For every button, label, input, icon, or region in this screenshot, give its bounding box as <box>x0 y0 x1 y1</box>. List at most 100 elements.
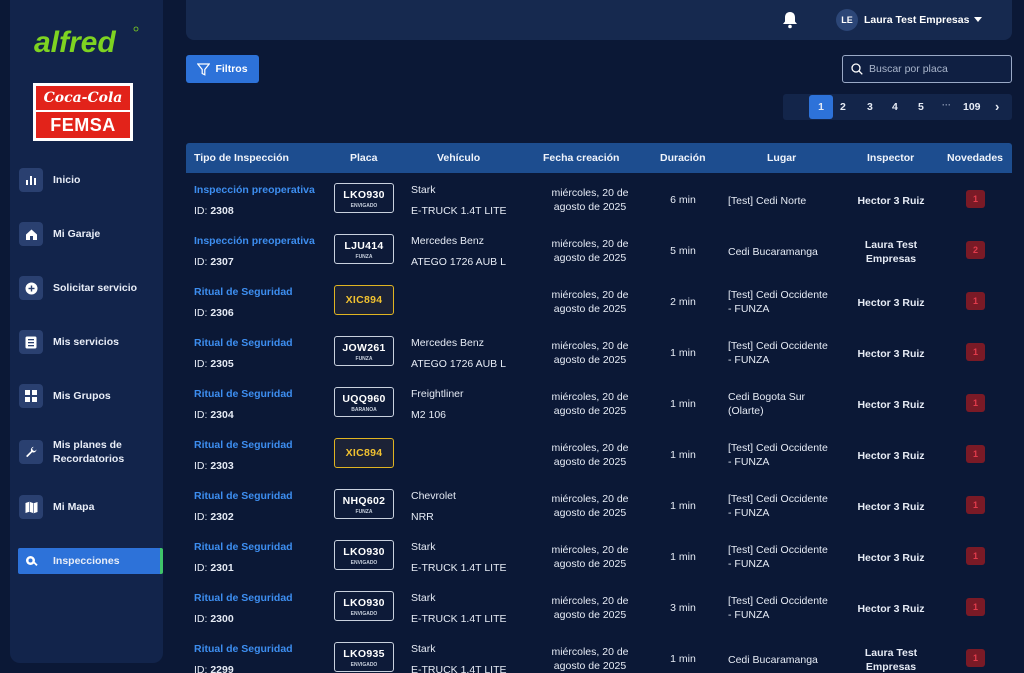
sidebar-item-inicio[interactable]: Inicio <box>18 166 163 194</box>
novedades-badge[interactable]: 1 <box>966 343 985 361</box>
top-bar: LE Laura Test Empresas <box>186 0 1012 40</box>
novedades-badge[interactable]: 1 <box>966 292 985 310</box>
home-icon <box>19 222 43 246</box>
inspection-type-link[interactable]: Ritual de Seguridad <box>194 541 293 553</box>
novedades-badge[interactable]: 2 <box>966 241 985 259</box>
novedades-badge[interactable]: 1 <box>966 496 985 514</box>
page-5-button[interactable]: 5 <box>918 101 924 113</box>
inspector-name: Hector 3 Ruiz <box>857 195 925 207</box>
sidebar: alfred Coca-Cola FEMSA Inicio Mi Garaje … <box>10 0 163 663</box>
column-header[interactable]: Lugar <box>767 152 796 164</box>
inspector-name: Laura Test Empresas <box>864 647 918 673</box>
inspection-id: ID: 2307 <box>194 256 234 268</box>
list-icon <box>19 330 43 354</box>
sidebar-item-solicitar-servicio[interactable]: Solicitar servicio <box>18 274 163 302</box>
inspection-type-link[interactable]: Ritual de Seguridad <box>194 439 293 451</box>
table-row[interactable]: Ritual de Seguridad ID: 2302 NHQ602 FUNZA… <box>186 480 1012 531</box>
inspection-type-link[interactable]: Ritual de Seguridad <box>194 490 293 502</box>
vehicle-model: ATEGO 1726 AUB L <box>411 358 506 370</box>
inspection-type-link[interactable]: Ritual de Seguridad <box>194 286 293 298</box>
sidebar-item-label: Mis servicios <box>53 336 119 348</box>
table-row[interactable]: Ritual de Seguridad ID: 2305 JOW261 FUNZA… <box>186 327 1012 378</box>
novedades-badge[interactable]: 1 <box>966 445 985 463</box>
column-header[interactable]: Placa <box>350 152 377 164</box>
column-header[interactable]: Fecha creación <box>543 152 619 164</box>
sidebar-item-label: Solicitar servicio <box>53 282 138 294</box>
table-row[interactable]: Ritual de Seguridad ID: 2299 LKO935 ENVIG… <box>186 633 1012 673</box>
filter-button[interactable]: Filtros <box>186 55 259 83</box>
page-2-button[interactable]: 2 <box>840 101 846 113</box>
sidebar-item-mis-grupos[interactable]: Mis Grupos <box>18 382 163 410</box>
inspector-name: Hector 3 Ruiz <box>857 297 925 309</box>
sidebar-item-mi-garaje[interactable]: Mi Garaje <box>18 220 163 248</box>
sidebar-item-mi-mapa[interactable]: Mi Mapa <box>18 493 163 521</box>
table-row[interactable]: Ritual de Seguridad ID: 2303 XIC894 miér… <box>186 429 1012 480</box>
user-name[interactable]: Laura Test Empresas <box>864 14 969 26</box>
sidebar-item-inspecciones[interactable]: Inspecciones <box>18 548 163 574</box>
table-row[interactable]: Ritual de Seguridad ID: 2300 LKO930 ENVIG… <box>186 582 1012 633</box>
column-header[interactable]: Vehículo <box>437 152 480 164</box>
novedades-badge[interactable]: 1 <box>966 394 985 412</box>
location: [Test] Cedi Occidente - FUNZA <box>728 493 828 519</box>
created-date: miércoles, 20 de agosto de 2025 <box>551 340 629 366</box>
sidebar-item-mis-servicios[interactable]: Mis servicios <box>18 328 163 356</box>
column-header[interactable]: Novedades <box>947 152 1003 164</box>
duration: 1 min <box>670 347 696 359</box>
table-header: Tipo de Inspección Placa Vehículo Fecha … <box>186 143 1012 173</box>
inspection-type-link[interactable]: Ritual de Seguridad <box>194 337 293 349</box>
column-header[interactable]: Inspector <box>867 152 914 164</box>
vehicle-brand: Mercedes Benz <box>411 235 484 247</box>
inspection-id: ID: 2308 <box>194 205 234 217</box>
page-1-button[interactable]: 1 <box>809 95 833 119</box>
sidebar-item-label: Mis Grupos <box>53 390 111 402</box>
location: [Test] Cedi Occidente - FUNZA <box>728 340 828 366</box>
table-row[interactable]: Ritual de Seguridad ID: 2306 XIC894 miér… <box>186 276 1012 327</box>
created-date: miércoles, 20 de agosto de 2025 <box>551 391 629 417</box>
vehicle-model: E-TRUCK 1.4T LITE <box>411 664 507 673</box>
duration: 1 min <box>670 500 696 512</box>
created-date: miércoles, 20 de agosto de 2025 <box>551 544 629 570</box>
duration: 6 min <box>670 194 696 206</box>
novedades-badge[interactable]: 1 <box>966 190 985 208</box>
inspection-id: ID: 2302 <box>194 511 234 523</box>
column-header[interactable]: Duración <box>660 152 706 164</box>
vehicle-brand: Stark <box>411 541 436 553</box>
page-4-button[interactable]: 4 <box>892 101 898 113</box>
novedades-badge[interactable]: 1 <box>966 598 985 616</box>
inspection-type-link[interactable]: Ritual de Seguridad <box>194 388 293 400</box>
inspection-type-link[interactable]: Ritual de Seguridad <box>194 592 293 604</box>
vehicle-model: M2 106 <box>411 409 447 421</box>
sidebar-item-label: Inspecciones <box>53 555 120 567</box>
table-row[interactable]: Ritual de Seguridad ID: 2304 UQQ960 BARAN… <box>186 378 1012 429</box>
table-row[interactable]: Inspección preoperativa ID: 2308 LKO930 E… <box>186 174 1012 225</box>
duration: 1 min <box>670 449 696 461</box>
inspection-id: ID: 2304 <box>194 409 234 421</box>
next-page-button[interactable]: › <box>995 99 999 114</box>
vehicle-brand: Stark <box>411 184 436 196</box>
license-plate: LKO930 ENVIGADO <box>334 183 394 213</box>
search-box[interactable] <box>842 55 1012 83</box>
column-header[interactable]: Tipo de Inspección <box>194 152 289 164</box>
page-3-button[interactable]: 3 <box>867 101 873 113</box>
page-last-button[interactable]: 109 <box>963 101 981 113</box>
chevron-down-icon[interactable] <box>974 17 982 22</box>
location: [Test] Cedi Norte <box>728 195 807 207</box>
novedades-badge[interactable]: 1 <box>966 547 985 565</box>
inspection-type-link[interactable]: Ritual de Seguridad <box>194 643 293 655</box>
sidebar-item-planes-recordatorios[interactable]: Mis planes de Recordatorios <box>18 437 163 467</box>
duration: 1 min <box>670 398 696 410</box>
location: [Test] Cedi Occidente - FUNZA <box>728 544 828 570</box>
table-row[interactable]: Ritual de Seguridad ID: 2301 LKO930 ENVIG… <box>186 531 1012 582</box>
search-input[interactable] <box>869 63 1009 75</box>
inspector-name: Hector 3 Ruiz <box>857 348 925 360</box>
search-icon <box>19 549 43 573</box>
inspection-type-link[interactable]: Inspección preoperativa <box>194 184 315 196</box>
bell-icon[interactable] <box>782 11 798 34</box>
alfred-logo[interactable]: alfred <box>32 22 142 62</box>
location: [Test] Cedi Occidente - FUNZA <box>728 442 828 468</box>
novedades-badge[interactable]: 1 <box>966 649 985 667</box>
inspection-type-link[interactable]: Inspección preoperativa <box>194 235 315 247</box>
table-row[interactable]: Inspección preoperativa ID: 2307 LJU414 F… <box>186 225 1012 276</box>
avatar[interactable]: LE <box>836 9 858 31</box>
client-logo-bottom: FEMSA <box>36 112 130 138</box>
